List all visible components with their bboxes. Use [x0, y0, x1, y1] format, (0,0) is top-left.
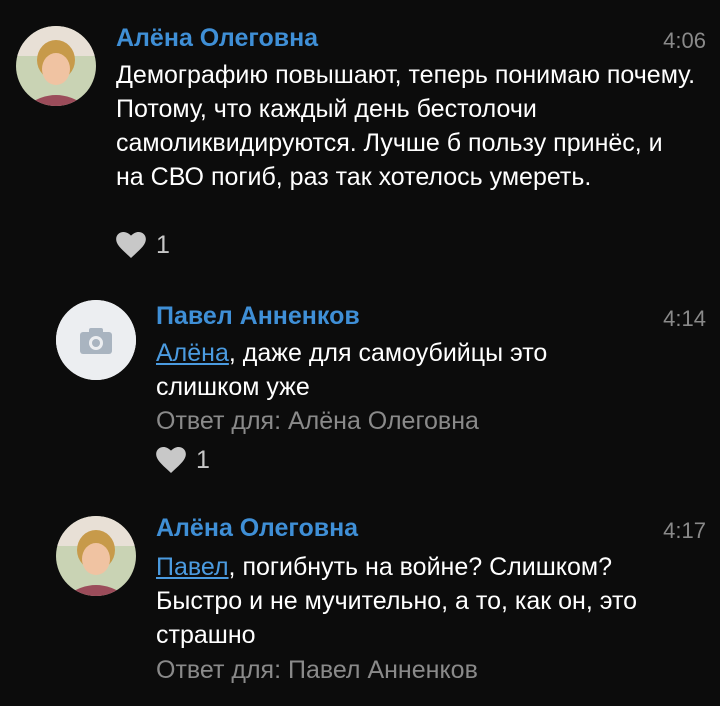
comment-author[interactable]: Алёна Олеговна: [156, 514, 358, 543]
comment-item: Павел Анненков 4:14 Алёна, даже для само…: [0, 270, 720, 500]
comment-text: Павел, погибнуть на войне? Слишком? Быст…: [156, 550, 696, 652]
like-count: 1: [196, 445, 210, 474]
comment-item: Алёна Олеговна 4:17 Павел, погибнуть на …: [0, 500, 720, 706]
comment-text: Демографию повышают, теперь понимаю поче…: [116, 61, 696, 191]
mention-link[interactable]: Павел: [156, 553, 229, 581]
comment-author[interactable]: Алёна Олеговна: [116, 24, 318, 53]
heart-icon: [116, 232, 146, 258]
camera-placeholder-icon: [56, 300, 136, 380]
comment-author[interactable]: Павел Анненков: [156, 302, 360, 331]
like-button[interactable]: 1: [116, 230, 170, 260]
author-avatar[interactable]: [56, 300, 136, 380]
comment-time: 4:06: [663, 28, 706, 53]
reply-to-link[interactable]: Ответ для: Алёна Олеговна: [156, 407, 479, 436]
author-avatar[interactable]: [56, 516, 136, 596]
photo-avatar: [56, 516, 136, 596]
comment-item: Алёна Олеговна 4:06 Демографию повышают,…: [0, 0, 720, 270]
comment-body: , погибнуть на войне? Слишком? Быстро и …: [156, 553, 638, 649]
like-count: 1: [156, 230, 170, 259]
author-avatar[interactable]: [16, 26, 96, 106]
comment-feed: Алёна Олеговна 4:06 Демографию повышают,…: [0, 0, 720, 706]
mention-link[interactable]: Алёна: [156, 339, 229, 367]
comment-text: Алёна, даже для самоубийцы это слишком у…: [156, 336, 656, 404]
like-button[interactable]: 1: [156, 445, 210, 475]
heart-icon: [156, 447, 186, 473]
comment-time: 4:14: [663, 306, 706, 331]
reply-to-link[interactable]: Ответ для: Павел Анненков: [156, 656, 478, 685]
photo-avatar: [16, 26, 96, 106]
comment-time: 4:17: [663, 518, 706, 543]
